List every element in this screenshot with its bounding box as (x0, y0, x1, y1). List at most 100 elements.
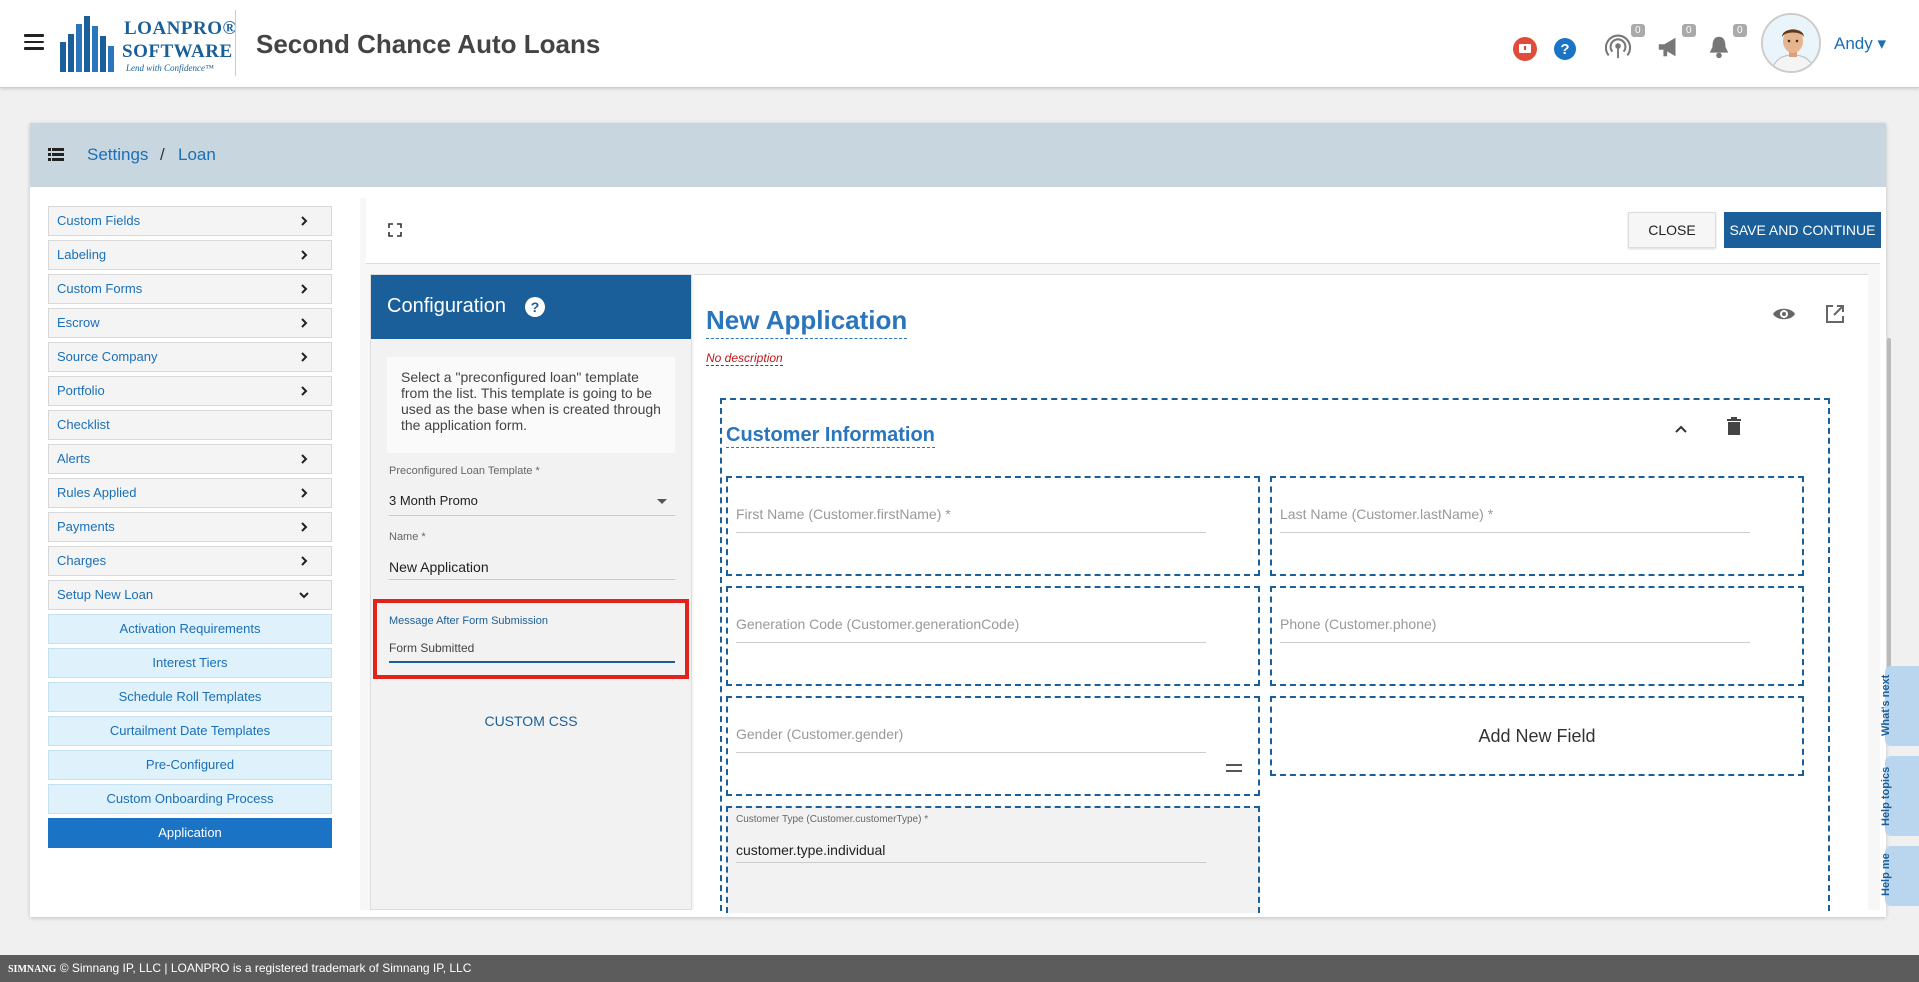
collapse-caret-icon[interactable] (1674, 424, 1688, 434)
megaphone-icon[interactable] (1655, 34, 1683, 60)
sidebar-item-labeling[interactable]: Labeling (48, 240, 332, 270)
settings-sidebar: Custom Fields Labeling Custom Forms Escr… (48, 206, 332, 852)
sidebar-item-source-company[interactable]: Source Company (48, 342, 332, 372)
breadcrumb-separator: / (160, 145, 165, 164)
chevron-right-icon (301, 216, 308, 226)
loanpro-logo[interactable]: LOANPRO® SOFTWARE Lend with Confidence™ (58, 8, 238, 74)
user-menu[interactable]: Andy ▾ (1834, 34, 1886, 54)
field-gender[interactable]: Gender (Customer.gender) (726, 696, 1260, 796)
trash-icon[interactable] (1726, 416, 1742, 436)
divider (235, 10, 236, 76)
gender-placeholder: Gender (Customer.gender) (736, 726, 904, 742)
chevron-down-icon (299, 592, 309, 599)
message-underline (389, 661, 675, 663)
template-underline (389, 515, 675, 516)
name-input[interactable]: New Application (389, 559, 489, 575)
sidebar-item-setup-new-loan[interactable]: Setup New Loan (48, 580, 332, 610)
application-description[interactable]: No description (706, 351, 783, 366)
field-underline (736, 642, 1206, 643)
sidebar-item-payments[interactable]: Payments (48, 512, 332, 542)
close-button[interactable]: CLOSE (1628, 212, 1716, 248)
customer-type-value: customer.type.individual (736, 842, 886, 858)
sidebar-item-label: Rules Applied (57, 485, 137, 500)
sidebar-subitem-interest-tiers[interactable]: Interest Tiers (48, 648, 332, 678)
broadcast-icon[interactable] (1604, 34, 1632, 60)
tab-help-topics[interactable]: Help topics (1880, 756, 1919, 836)
settings-panel: Settings / Loan Custom Fields Labeling C… (30, 123, 1891, 917)
sidebar-subitem-activation-requirements[interactable]: Activation Requirements (48, 614, 332, 644)
sidebar-item-label: Checklist (57, 417, 110, 432)
config-help-icon[interactable]: ? (525, 297, 545, 317)
breadcrumb-loan[interactable]: Loan (178, 145, 216, 165)
alert-icon[interactable] (1513, 36, 1537, 62)
fullscreen-icon[interactable] (388, 223, 402, 237)
sidebar-subitem-curtailment-date-templates[interactable]: Curtailment Date Templates (48, 716, 332, 746)
field-generation-code[interactable]: Generation Code (Customer.generationCode… (726, 586, 1260, 686)
footer-brand: SIMNANG (8, 964, 57, 975)
sidebar-subitem-application[interactable]: Application (48, 818, 332, 848)
chevron-right-icon (301, 284, 308, 294)
configuration-title: Configuration (387, 295, 506, 317)
form-preview: New Application No description Customer … (694, 274, 1868, 913)
field-underline (736, 532, 1206, 533)
sidebar-item-custom-forms[interactable]: Custom Forms (48, 274, 332, 304)
field-underline (1280, 532, 1750, 533)
drag-handle-icon[interactable] (1226, 764, 1242, 772)
name-underline (389, 579, 675, 580)
whats-next-label: What's next (1880, 674, 1892, 736)
footer-text: SIMNANG © Simnang IP, LLC | LOANPRO is a… (8, 961, 471, 975)
sidebar-item-rules-applied[interactable]: Rules Applied (48, 478, 332, 508)
sidebar-item-label: Escrow (57, 315, 100, 330)
sidebar-item-alerts[interactable]: Alerts (48, 444, 332, 474)
list-icon[interactable] (48, 148, 64, 161)
sidebar-item-charges[interactable]: Charges (48, 546, 332, 576)
menu-icon[interactable] (24, 34, 44, 50)
chevron-right-icon (301, 556, 308, 566)
dropdown-arrow-icon[interactable] (657, 499, 667, 504)
save-and-continue-button[interactable]: SAVE AND CONTINUE (1724, 212, 1881, 248)
field-last-name[interactable]: Last Name (Customer.lastName) * (1270, 476, 1804, 576)
chevron-right-icon (301, 250, 308, 260)
sidebar-item-label: Portfolio (57, 383, 105, 398)
application-title[interactable]: New Application (706, 305, 908, 339)
preview-eye-icon[interactable] (1772, 305, 1796, 323)
scrollbar[interactable] (1887, 338, 1891, 712)
message-label: Message After Form Submission (389, 615, 548, 627)
sidebar-item-portfolio[interactable]: Portfolio (48, 376, 332, 406)
sidebar-item-label: Payments (57, 519, 115, 534)
tab-help-me[interactable]: Help me (1880, 846, 1919, 906)
help-icon[interactable]: ? (1553, 36, 1577, 62)
template-label: Preconfigured Loan Template * (389, 465, 540, 477)
bell-icon[interactable] (1705, 34, 1733, 60)
name-label: Name * (389, 531, 426, 543)
chevron-right-icon (301, 488, 308, 498)
help-me-label: Help me (1880, 853, 1892, 896)
message-input[interactable]: Form Submitted (389, 641, 474, 655)
field-first-name[interactable]: First Name (Customer.firstName) * (726, 476, 1260, 576)
tab-whats-next[interactable]: What's next (1880, 666, 1919, 746)
sidebar-item-label: Custom Forms (57, 281, 143, 296)
template-select[interactable]: 3 Month Promo (389, 493, 478, 508)
highlight-box (373, 599, 689, 679)
section-title[interactable]: Customer Information (726, 424, 935, 448)
sidebar-subitem-pre-configured[interactable]: Pre-Configured (48, 750, 332, 780)
logo-line2: SOFTWARE (122, 41, 233, 62)
sidebar-item-custom-fields[interactable]: Custom Fields (48, 206, 332, 236)
first-name-placeholder: First Name (Customer.firstName) * (736, 506, 951, 522)
breadcrumb-settings[interactable]: Settings (87, 145, 148, 165)
logo-line1: LOANPRO® (124, 18, 238, 39)
sidebar-item-escrow[interactable]: Escrow (48, 308, 332, 338)
add-new-field-button[interactable]: Add New Field (1270, 696, 1804, 776)
logo-tagline: Lend with Confidence™ (126, 63, 214, 73)
sidebar-subitem-schedule-roll-templates[interactable]: Schedule Roll Templates (48, 682, 332, 712)
field-underline (736, 752, 1206, 753)
open-external-icon[interactable] (1824, 303, 1846, 325)
field-underline (736, 862, 1206, 863)
sidebar-item-checklist[interactable]: Checklist (48, 410, 332, 440)
company-name: Second Chance Auto Loans (256, 29, 601, 59)
custom-css-button[interactable]: CUSTOM CSS (371, 713, 691, 729)
sidebar-subitem-custom-onboarding-process[interactable]: Custom Onboarding Process (48, 784, 332, 814)
field-phone[interactable]: Phone (Customer.phone) (1270, 586, 1804, 686)
avatar[interactable] (1761, 13, 1821, 73)
field-customer-type[interactable]: Customer Type (Customer.customerType) * … (726, 806, 1260, 913)
